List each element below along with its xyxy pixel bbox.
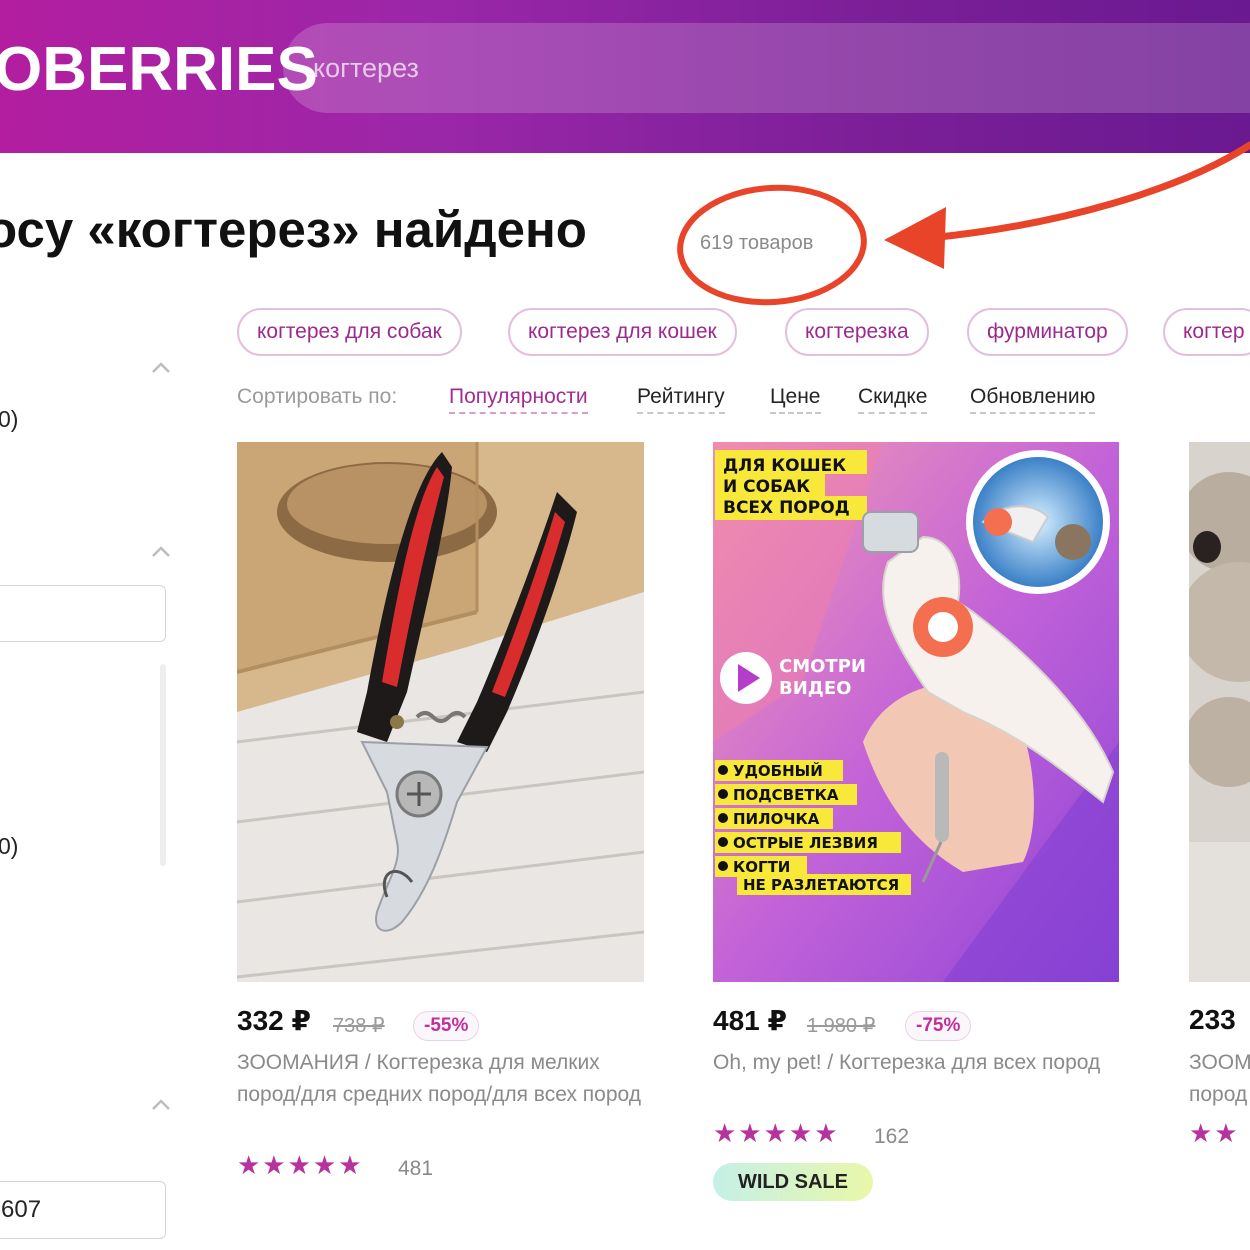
feature-label: ПИЛОЧКА <box>733 810 820 828</box>
product-old-price: 1 980 ₽ <box>807 1015 876 1037</box>
annotation-arrow-line <box>926 141 1250 242</box>
rating-stars-icon: ★★ <box>1189 1118 1240 1148</box>
chip-0[interactable]: когтерез для собак <box>237 308 462 356</box>
feature-label: УДОБНЫЙ <box>733 761 823 780</box>
filter-search-field[interactable] <box>0 585 166 642</box>
product-image-1[interactable] <box>237 442 644 982</box>
review-count: 162 <box>874 1125 910 1148</box>
sort-option-popularity[interactable]: Популярности <box>449 385 588 414</box>
video-label-line: ВИДЕО <box>779 678 851 699</box>
feature-label: КОГТИ <box>733 858 790 876</box>
product-discount-badge: -55% <box>413 1011 480 1041</box>
product-name[interactable]: ЗООМ пород <box>1189 1047 1250 1111</box>
product-price: 332 ₽ <box>237 1005 311 1036</box>
chevron-up-icon[interactable] <box>150 545 172 559</box>
chip-3[interactable]: фурминатор <box>967 308 1128 356</box>
sort-option-rating[interactable]: Рейтингу <box>637 385 725 414</box>
chevron-up-icon[interactable] <box>150 361 172 375</box>
product-discount-badge: -75% <box>905 1011 972 1041</box>
promo-headline-line: ДЛЯ КОШЕК <box>723 456 846 476</box>
sort-label: Сортировать по: <box>237 385 398 408</box>
promo-headline-line: ВСЕХ ПОРОД <box>723 498 850 518</box>
chip-4[interactable]: когтер <box>1163 308 1250 356</box>
feature-label: НЕ РАЗЛЕТАЮТСЯ <box>743 876 899 894</box>
review-count: 481 <box>398 1157 434 1180</box>
product-name[interactable]: ЗООМАНИЯ / Когтерезка для мелких пород/д… <box>237 1047 657 1111</box>
top-header: OBERRIES <box>0 0 1250 153</box>
promo-headline-line: И СОБАК <box>723 477 810 497</box>
video-label-line: СМОТРИ <box>779 656 866 677</box>
site-logo[interactable]: OBERRIES <box>0 34 318 105</box>
sort-option-price[interactable]: Цене <box>770 385 821 414</box>
filter-option-count[interactable]: 0) <box>0 406 18 433</box>
filter-option-count[interactable]: 0) <box>0 833 18 860</box>
feature-label: ПОДСВЕТКА <box>733 786 839 804</box>
search-input[interactable] <box>313 23 1213 113</box>
feature-label: ОСТРЫЕ ЛЕЗВИЯ <box>733 834 878 852</box>
filter-scrollbar[interactable] <box>160 664 166 866</box>
product-image-2[interactable]: ДЛЯ КОШЕК И СОБАК ВСЕХ ПОРОД СМОТРИ ВИДЕ… <box>713 442 1119 982</box>
chip-2[interactable]: когтерезка <box>785 308 929 356</box>
annotation-arrow-head <box>884 207 946 269</box>
chip-1[interactable]: когтерез для кошек <box>508 308 737 356</box>
rating-stars-icon: ★★★★★ <box>237 1150 364 1180</box>
product-name[interactable]: Oh, my pet! / Когтерезка для всех пород <box>713 1047 1113 1079</box>
sort-option-update[interactable]: Обновлению <box>970 385 1096 414</box>
product-price: 233 <box>1189 1004 1236 1035</box>
search-bar[interactable] <box>283 23 1250 113</box>
product-image-3[interactable] <box>1189 442 1250 982</box>
price-to-field[interactable]: 607 <box>0 1181 166 1239</box>
results-title: осу «когтерез» найдено <box>0 201 587 258</box>
product-price: 481 ₽ <box>713 1005 787 1036</box>
wild-sale-badge: WILD SALE <box>713 1163 873 1201</box>
chevron-up-icon[interactable] <box>150 1098 172 1112</box>
results-count: 619 товаров <box>700 232 814 254</box>
product-old-price: 738 ₽ <box>333 1015 385 1037</box>
rating-stars-icon: ★★★★★ <box>713 1118 840 1148</box>
sort-option-discount[interactable]: Скидке <box>858 385 928 414</box>
